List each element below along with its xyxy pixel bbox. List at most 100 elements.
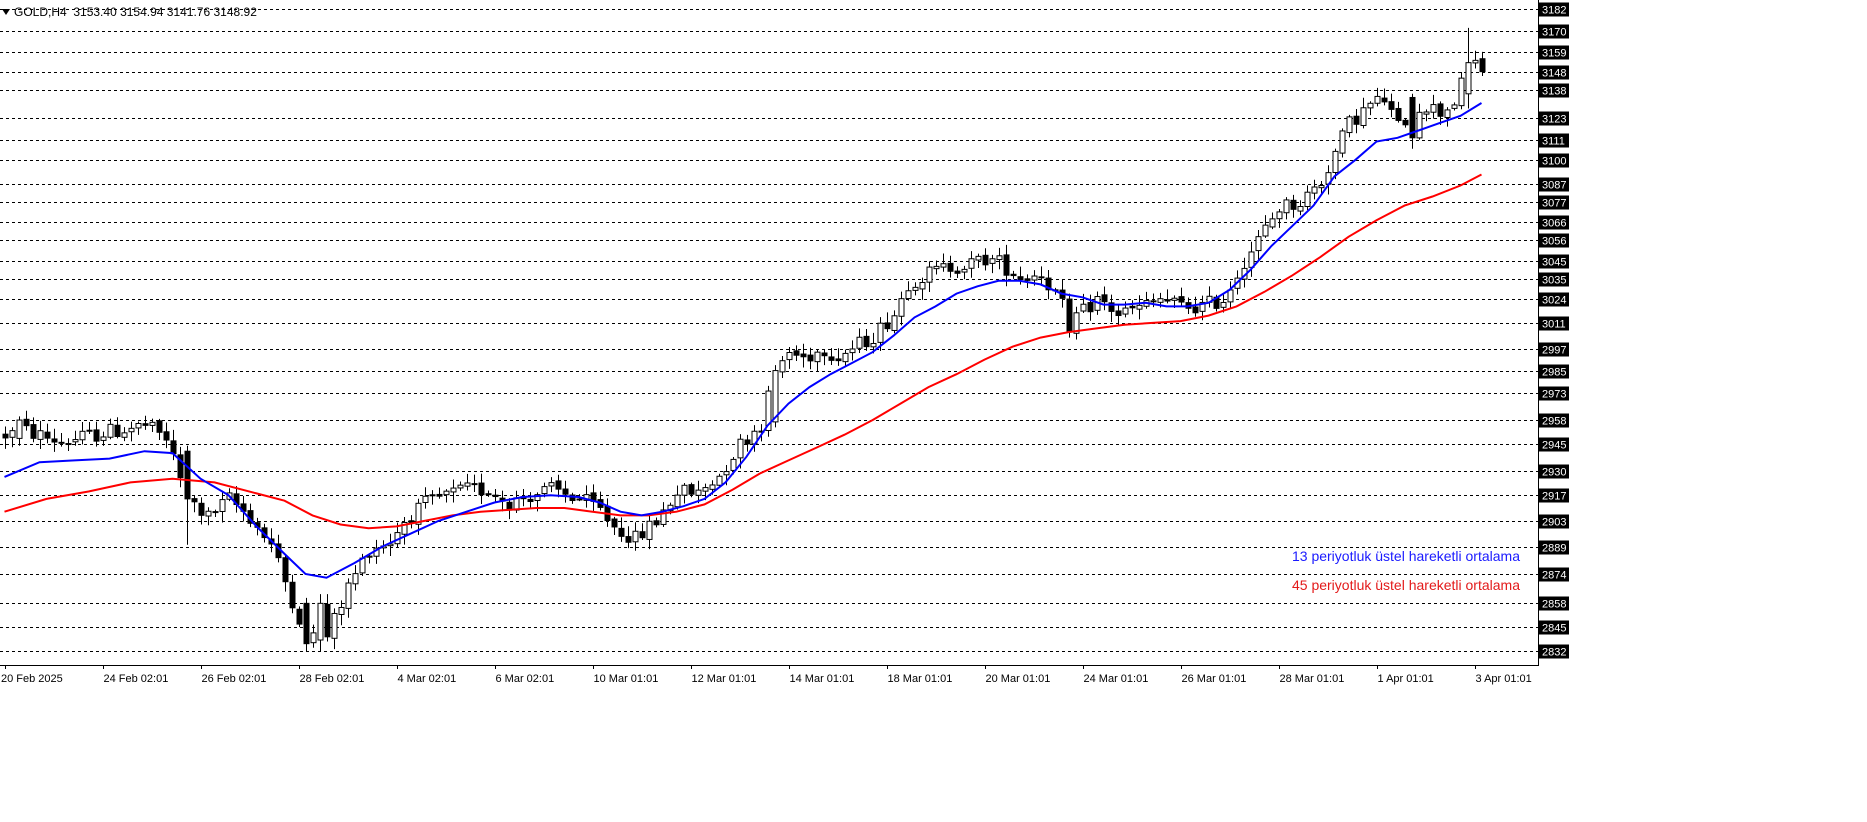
candle-body-up — [1255, 236, 1262, 252]
y-tick-label: 3035 — [1542, 275, 1566, 287]
dropdown-triangle-icon[interactable] — [2, 9, 10, 15]
candle-body-up — [737, 438, 744, 459]
candle-body-down — [1353, 115, 1360, 125]
y-tick-label: 3066 — [1542, 218, 1566, 230]
y-tick-label: 3024 — [1542, 295, 1566, 307]
y-tick-label: 3056 — [1542, 236, 1566, 248]
candle-body-up — [1248, 251, 1255, 268]
candle-body-down — [184, 450, 191, 500]
candle-body-up — [443, 490, 450, 496]
candle-body-down — [1115, 310, 1122, 317]
candle-body-down — [93, 429, 100, 442]
candle — [296, 606, 303, 628]
price-chart[interactable]: 3182 3170 3159 3148 3138 3123 3111 3100 3087 3077… — [0, 0, 1867, 822]
y-tick-label: 2903 — [1542, 517, 1566, 529]
candle-body-down — [163, 431, 170, 441]
x-tick-label: 12 Mar 01:01 — [692, 673, 757, 685]
candle-body-up — [79, 430, 86, 441]
candle-body-down — [1024, 278, 1031, 281]
candle-body-down — [471, 483, 478, 486]
chart-background — [0, 0, 1867, 822]
candle-body-down — [191, 498, 198, 503]
x-tick-label: 28 Feb 02:01 — [300, 673, 365, 685]
chart-window[interactable]: 3182 3170 3159 3148 3138 3123 3111 3100 3087 3077… — [0, 0, 1867, 822]
candle-body-down — [1164, 299, 1171, 302]
candle-body-down — [170, 440, 177, 455]
candle-body-up — [1297, 206, 1304, 212]
candle-body-up — [989, 258, 996, 264]
candle-body-up — [1283, 199, 1290, 214]
candle-body-up — [576, 498, 583, 501]
candle-body-up — [786, 352, 793, 361]
candle-body-up — [457, 484, 464, 489]
candle-body-up — [541, 486, 548, 495]
y-tick-label: 2845 — [1542, 623, 1566, 635]
x-tick-label: 1 Apr 01:01 — [1378, 673, 1434, 685]
candle-body-down — [1010, 273, 1017, 277]
y-tick-label: 3045 — [1542, 257, 1566, 269]
candle-body-up — [926, 266, 933, 283]
candle-body-down — [289, 581, 296, 609]
candle-body-up — [1136, 304, 1143, 310]
candle-body-up — [891, 315, 898, 331]
candle-body-up — [464, 482, 471, 487]
candle-body-down — [1087, 302, 1094, 313]
candle-body-up — [1430, 104, 1437, 113]
candle-body-down — [611, 518, 618, 528]
candle-body-up — [107, 423, 114, 438]
candle-body-down — [1479, 58, 1486, 73]
candle-body-up — [422, 495, 429, 504]
y-tick-label: 2874 — [1542, 570, 1566, 582]
candle-body-up — [1416, 111, 1423, 139]
candle-body-up — [709, 484, 716, 490]
candle-body-up — [632, 530, 639, 543]
candle-body-up — [219, 499, 226, 512]
candle-body-up — [1318, 185, 1325, 189]
candle-body-up — [1311, 186, 1318, 194]
candle-body-down — [58, 441, 65, 444]
candle-body-up — [1472, 59, 1479, 64]
candle-body-down — [1003, 254, 1010, 276]
candle-body-up — [16, 419, 23, 439]
candle-body-up — [695, 489, 702, 496]
y-tick-label: 3148 — [1542, 68, 1566, 80]
candle-body-up — [1339, 130, 1346, 154]
y-tick-label: 3138 — [1542, 86, 1566, 98]
candle-body-down — [198, 502, 205, 516]
candle-body-down — [324, 603, 331, 638]
candle-body-down — [982, 254, 989, 266]
candle-body-down — [653, 520, 660, 526]
candle-body-up — [135, 422, 142, 429]
candle-body-up — [1367, 102, 1374, 109]
candle-body-up — [548, 482, 555, 487]
candle-body-up — [1031, 275, 1038, 281]
candle-body-up — [331, 612, 338, 639]
candle-body-down — [282, 557, 289, 583]
candle-body-down — [1290, 199, 1297, 210]
y-tick-label: 2858 — [1542, 599, 1566, 611]
candle-body-down — [954, 270, 961, 274]
candle-body-down — [30, 424, 37, 439]
y-tick-label: 3087 — [1542, 180, 1566, 192]
candle-body-up — [345, 582, 352, 609]
y-tick-label: 2985 — [1542, 367, 1566, 379]
candle-body-down — [492, 494, 499, 498]
candle-body-down — [562, 488, 569, 495]
candle-body-up — [1220, 301, 1227, 308]
candle-body-up — [1171, 297, 1178, 301]
y-tick-label: 3077 — [1542, 198, 1566, 210]
candle-body-down — [485, 493, 492, 496]
candle-body-up — [814, 351, 821, 363]
candle-body-down — [1395, 107, 1402, 121]
candle-body-up — [352, 573, 359, 585]
x-tick-label: 24 Mar 01:01 — [1084, 673, 1149, 685]
candle — [765, 385, 772, 437]
candle-body-up — [1360, 107, 1367, 126]
y-tick-label: 3123 — [1542, 114, 1566, 126]
x-tick-label: 20 Feb 2025 — [1, 673, 63, 685]
candle-body-up — [9, 430, 16, 438]
candle-body-down — [212, 511, 219, 514]
y-tick-label: 2930 — [1542, 467, 1566, 479]
candle — [1339, 128, 1346, 158]
y-tick-label: 2958 — [1542, 416, 1566, 428]
